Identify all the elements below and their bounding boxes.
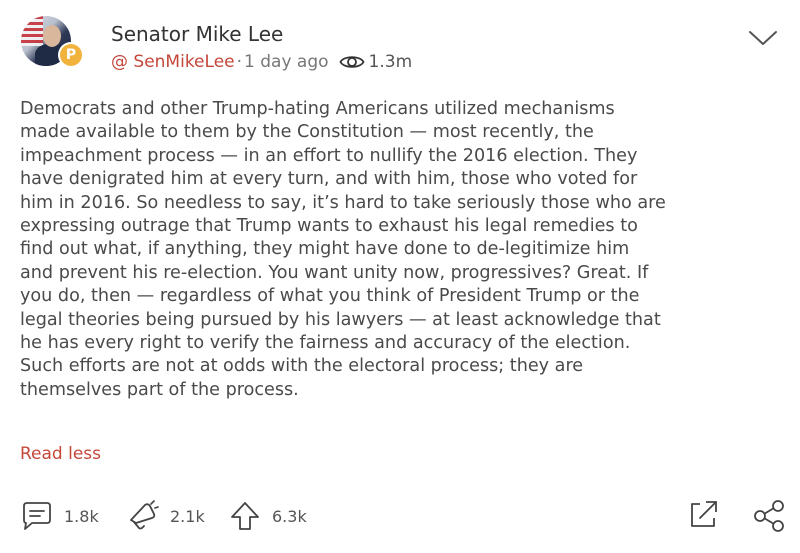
verified-badge: P (58, 42, 84, 68)
share-icon (752, 498, 786, 532)
flag-decoration (21, 16, 43, 46)
expand-button[interactable] (686, 498, 720, 532)
post-time: 1 day ago (244, 52, 329, 72)
body-line: have denigrated him at every turn, and w… (20, 169, 638, 190)
upvote-button[interactable]: 6.3k (228, 500, 307, 532)
body-line: themselves part of the process. (20, 379, 299, 400)
upvote-arrow-icon (228, 500, 262, 532)
echo-count: 2.1k (170, 506, 205, 526)
view-count: 1.3m (368, 52, 413, 72)
action-bar: 1.8k 2.1k 6.3k (0, 495, 800, 535)
body-line: and prevent his re-election. You want un… (20, 262, 649, 283)
badge-letter: P (60, 44, 82, 66)
body-line: Democrats and other Trump-hating America… (20, 99, 615, 119)
body-line: impeachment process — in an effort to nu… (20, 145, 638, 166)
author-handle[interactable]: @ SenMikeLee (111, 52, 235, 72)
body-line: made available to them by the Constituti… (20, 122, 594, 143)
meta-separator: · (236, 52, 243, 72)
comment-button[interactable]: 1.8k (20, 500, 99, 532)
author-name[interactable]: Senator Mike Lee (111, 22, 283, 46)
post-card: P Senator Mike Lee @ SenMikeLee · 1 day … (0, 0, 800, 553)
body-line: you do, then — regardless of what you th… (20, 286, 640, 307)
body-line: find out what, if anything, they might h… (20, 239, 630, 260)
post-meta: @ SenMikeLee · 1 day ago 1.3m (111, 52, 412, 72)
chevron-down-icon[interactable] (748, 28, 778, 52)
body-line: expressing outrage that Trump wants to e… (20, 216, 638, 237)
body-line: legal theories being pursued by his lawy… (20, 309, 661, 330)
echo-button[interactable]: 2.1k (126, 500, 205, 532)
share-button[interactable] (752, 498, 786, 532)
body-line: him in 2016. So needless to say, it’s ha… (20, 192, 666, 213)
avatar-face (43, 25, 61, 47)
body-line: Such efforts are not at odds with the el… (20, 356, 584, 377)
upvote-count: 6.3k (272, 506, 307, 526)
post-body: Democrats and other Trump-hating America… (20, 98, 785, 402)
eye-icon (339, 53, 365, 71)
comment-count: 1.8k (64, 506, 99, 526)
comment-icon (20, 500, 54, 532)
expand-icon (686, 498, 720, 532)
read-less-link[interactable]: Read less (20, 444, 101, 464)
body-line: he has every right to verify the fairnes… (20, 333, 631, 354)
echo-megaphone-icon (126, 500, 160, 532)
